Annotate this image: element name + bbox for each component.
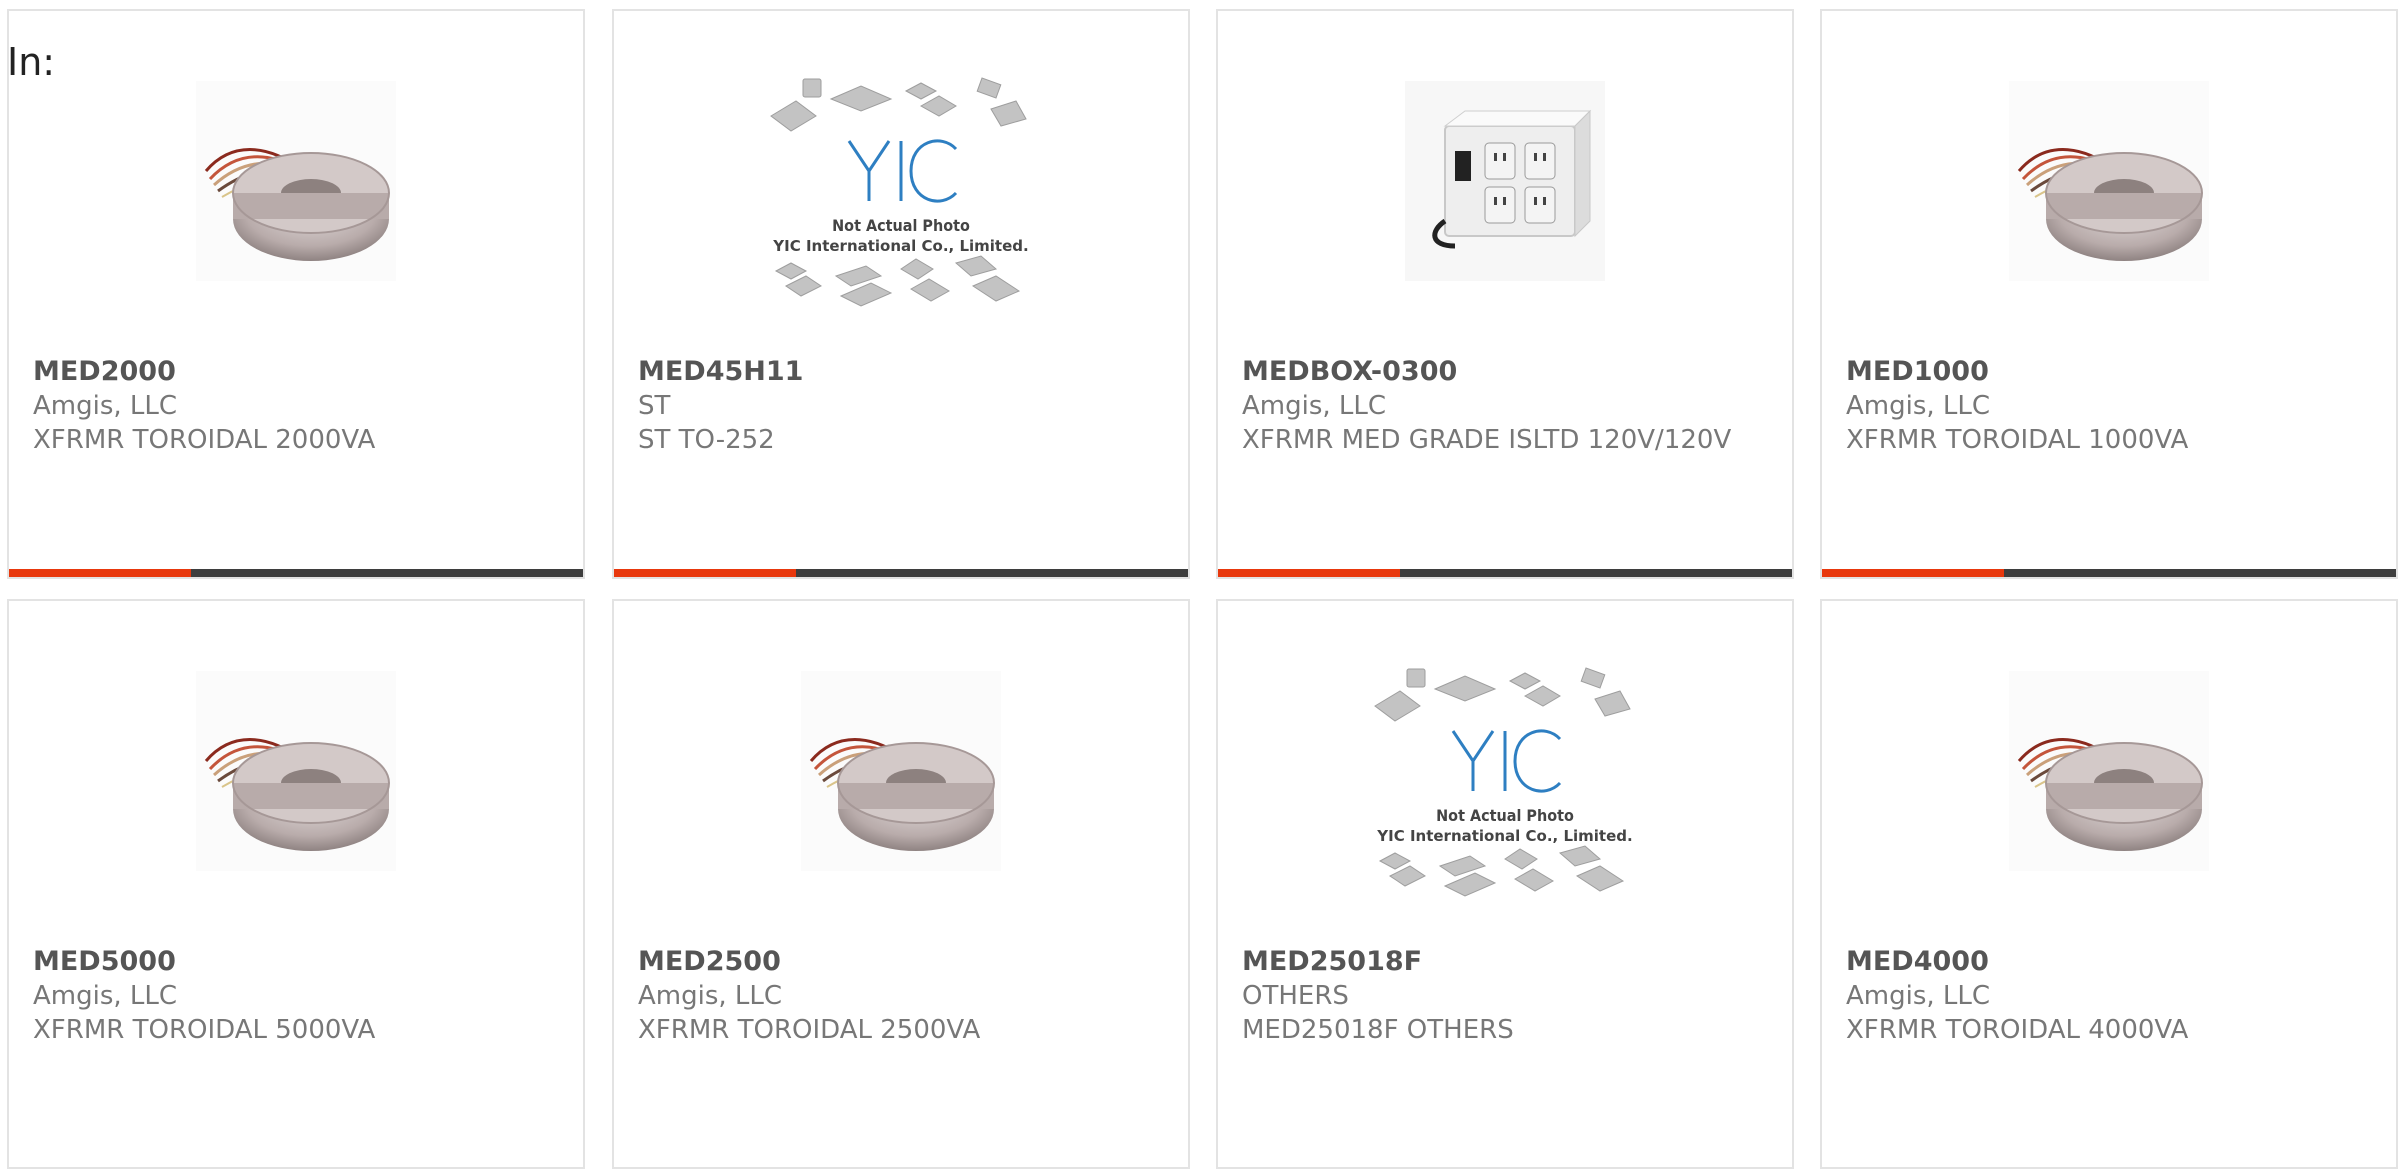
product-info: MED25018F OTHERS MED25018F OTHERS bbox=[1242, 945, 1772, 1047]
product-card[interactable]: MEDBOX-0300 Amgis, LLC XFRMR MED GRADE I… bbox=[1216, 9, 1794, 579]
product-image[interactable] bbox=[1822, 671, 2396, 871]
product-card[interactable]: MED2000 Amgis, LLC XFRMR TOROIDAL 2000VA bbox=[7, 9, 585, 579]
description: XFRMR TOROIDAL 2500VA bbox=[638, 1015, 981, 1045]
product-card[interactable]: MED45H11 ST ST TO-252 bbox=[612, 9, 1190, 579]
toroid-icon bbox=[196, 81, 396, 281]
toroid-icon bbox=[196, 671, 396, 871]
product-card[interactable]: MED1000 Amgis, LLC XFRMR TOROIDAL 1000VA bbox=[1820, 9, 2398, 579]
part-number[interactable]: MED5000 bbox=[33, 945, 563, 979]
part-number[interactable]: MED2500 bbox=[638, 945, 1168, 979]
card-bottom-bar bbox=[614, 569, 1188, 577]
description: ST TO-252 bbox=[638, 425, 775, 455]
product-image[interactable] bbox=[614, 671, 1188, 871]
card-accent-bar bbox=[9, 569, 191, 577]
card-bottom-bar bbox=[9, 569, 583, 577]
toroid-icon bbox=[801, 671, 1001, 871]
product-info: MED2000 Amgis, LLC XFRMR TOROIDAL 2000VA bbox=[33, 355, 563, 457]
card-accent-bar bbox=[1218, 569, 1400, 577]
part-number[interactable]: MED45H11 bbox=[638, 355, 1168, 389]
product-card[interactable]: MED25018F OTHERS MED25018F OTHERS bbox=[1216, 599, 1794, 1169]
product-info: MED4000 Amgis, LLC XFRMR TOROIDAL 4000VA bbox=[1846, 945, 2376, 1047]
filter-in-label: In: bbox=[7, 40, 56, 84]
description: XFRMR TOROIDAL 1000VA bbox=[1846, 425, 2189, 455]
card-bottom-bar bbox=[1822, 569, 2396, 577]
card-accent-bar bbox=[614, 569, 796, 577]
product-image[interactable] bbox=[9, 671, 583, 871]
product-info: MED2500 Amgis, LLC XFRMR TOROIDAL 2500VA bbox=[638, 945, 1168, 1047]
product-card[interactable]: MED5000 Amgis, LLC XFRMR TOROIDAL 5000VA bbox=[7, 599, 585, 1169]
card-bottom-bar bbox=[1218, 569, 1792, 577]
yic-placeholder-icon bbox=[761, 71, 1041, 311]
manufacturer: Amgis, LLC bbox=[638, 981, 783, 1011]
manufacturer: ST bbox=[638, 391, 671, 421]
description: XFRMR TOROIDAL 5000VA bbox=[33, 1015, 376, 1045]
manufacturer: Amgis, LLC bbox=[33, 391, 178, 421]
toroid-icon bbox=[2009, 671, 2209, 871]
part-number[interactable]: MED1000 bbox=[1846, 355, 2376, 389]
part-number[interactable]: MED4000 bbox=[1846, 945, 2376, 979]
manufacturer: Amgis, LLC bbox=[1242, 391, 1387, 421]
part-number[interactable]: MED25018F bbox=[1242, 945, 1772, 979]
product-card[interactable]: MED2500 Amgis, LLC XFRMR TOROIDAL 2500VA bbox=[612, 599, 1190, 1169]
product-info: MEDBOX-0300 Amgis, LLC XFRMR MED GRADE I… bbox=[1242, 355, 1772, 457]
manufacturer: OTHERS bbox=[1242, 981, 1349, 1011]
product-info: MED5000 Amgis, LLC XFRMR TOROIDAL 5000VA bbox=[33, 945, 563, 1047]
manufacturer: Amgis, LLC bbox=[1846, 391, 1991, 421]
yic-placeholder-icon bbox=[1365, 661, 1645, 901]
product-info: MED45H11 ST ST TO-252 bbox=[638, 355, 1168, 457]
manufacturer: Amgis, LLC bbox=[33, 981, 178, 1011]
part-number[interactable]: MEDBOX-0300 bbox=[1242, 355, 1772, 389]
product-image[interactable] bbox=[1218, 81, 1792, 281]
product-info: MED1000 Amgis, LLC XFRMR TOROIDAL 1000VA bbox=[1846, 355, 2376, 457]
description: XFRMR TOROIDAL 4000VA bbox=[1846, 1015, 2189, 1045]
card-accent-bar bbox=[1822, 569, 2004, 577]
toroid-icon bbox=[2009, 81, 2209, 281]
product-image[interactable] bbox=[9, 81, 583, 281]
description: XFRMR TOROIDAL 2000VA bbox=[33, 425, 376, 455]
product-image[interactable] bbox=[1822, 81, 2396, 281]
isolation-box-icon bbox=[1405, 81, 1605, 281]
description: XFRMR MED GRADE ISLTD 120V/120V bbox=[1242, 425, 1732, 455]
product-image[interactable] bbox=[1218, 661, 1792, 901]
product-image[interactable] bbox=[614, 71, 1188, 311]
description: MED25018F OTHERS bbox=[1242, 1015, 1514, 1045]
manufacturer: Amgis, LLC bbox=[1846, 981, 1991, 1011]
part-number[interactable]: MED2000 bbox=[33, 355, 563, 389]
product-card[interactable]: MED4000 Amgis, LLC XFRMR TOROIDAL 4000VA bbox=[1820, 599, 2398, 1169]
